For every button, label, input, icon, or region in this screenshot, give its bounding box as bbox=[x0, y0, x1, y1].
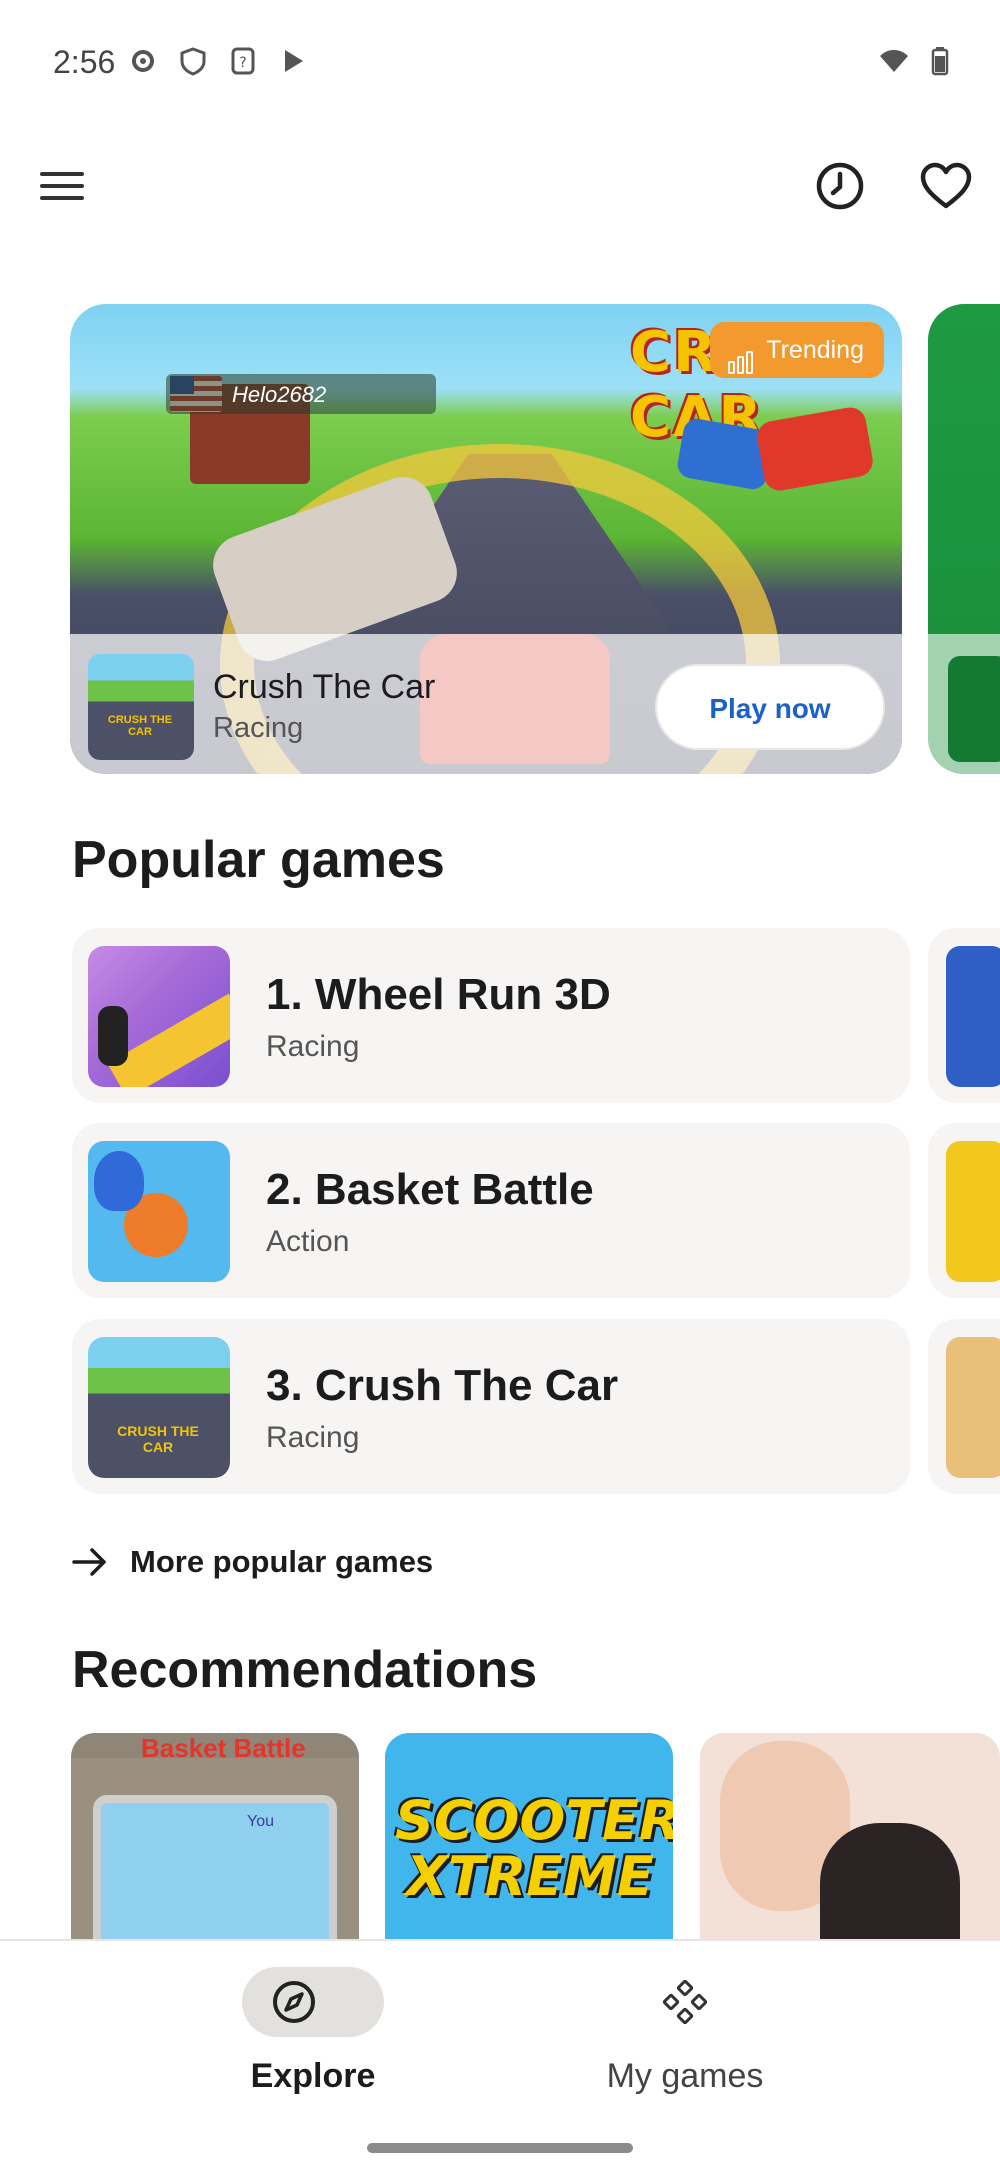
featured-game-card[interactable]: Helo2682 CRUSH CAR Trending Crush The Ca… bbox=[70, 304, 902, 774]
game-thumbnail bbox=[946, 1141, 1000, 1282]
popular-game-item-next-column[interactable] bbox=[928, 1319, 1000, 1494]
play-now-button[interactable]: Play now bbox=[655, 664, 885, 750]
recommendation-art-title: Basket Battle bbox=[141, 1733, 306, 1763]
game-genre: Racing bbox=[266, 1030, 360, 1063]
nav-explore-label: Explore bbox=[250, 2057, 376, 2095]
popular-game-item-next-column[interactable] bbox=[928, 928, 1000, 1103]
trending-chart-icon bbox=[728, 338, 754, 374]
gamepad-icon bbox=[662, 1979, 708, 2025]
popular-game-item-next-column[interactable] bbox=[928, 1123, 1000, 1298]
trending-label: Trending bbox=[766, 336, 864, 364]
history-icon[interactable] bbox=[814, 160, 866, 212]
nav-explore[interactable]: Explore bbox=[222, 1967, 404, 2117]
game-name: 3. Crush The Car bbox=[266, 1361, 619, 1410]
featured-game-info-bar: Crush The Car Racing Play now bbox=[70, 634, 902, 774]
next-featured-card[interactable] bbox=[928, 304, 1000, 774]
status-icons-right bbox=[878, 46, 950, 81]
battery-icon bbox=[930, 46, 950, 81]
trending-badge: Trending bbox=[710, 322, 884, 378]
compass-icon bbox=[272, 1980, 316, 2024]
recommendation-art-title: SCOOTER XTREME bbox=[395, 1789, 673, 1908]
status-icons-left: ? bbox=[128, 46, 308, 76]
heart-icon[interactable] bbox=[920, 162, 972, 210]
nav-my-games-label: My games bbox=[606, 2057, 764, 2095]
question-icon: ? bbox=[228, 46, 258, 76]
popular-game-item[interactable]: 1. Wheel Run 3D Racing bbox=[72, 928, 910, 1103]
home-indicator[interactable] bbox=[367, 2143, 633, 2153]
popular-game-item[interactable]: 2. Basket Battle Action bbox=[72, 1123, 910, 1298]
more-popular-games-link[interactable]: More popular games bbox=[72, 1540, 433, 1584]
recommendation-card[interactable]: Basket Battle You bbox=[71, 1733, 359, 1943]
next-featured-info-bar bbox=[928, 634, 1000, 774]
game-thumbnail bbox=[946, 946, 1000, 1087]
featured-game-genre: Racing bbox=[213, 712, 304, 744]
game-thumbnail bbox=[88, 1337, 230, 1478]
recommendations-heading: Recommendations bbox=[72, 1641, 538, 1699]
status-bar: 2:56 ? bbox=[0, 0, 1000, 130]
game-thumbnail bbox=[88, 946, 230, 1087]
featured-game-title: Crush The Car bbox=[213, 668, 436, 706]
top-app-bar bbox=[0, 140, 1000, 230]
popular-game-item[interactable]: 3. Crush The Car Racing bbox=[72, 1319, 910, 1494]
more-popular-games-label: More popular games bbox=[130, 1544, 434, 1579]
next-featured-thumbnail bbox=[948, 656, 1000, 762]
game-genre: Action bbox=[266, 1225, 350, 1258]
recommendation-card[interactable]: SCOOTER XTREME bbox=[385, 1733, 673, 1943]
recommendation-card[interactable] bbox=[700, 1733, 1000, 1943]
play-store-icon bbox=[278, 46, 308, 76]
wifi-icon bbox=[878, 46, 910, 81]
nav-my-games[interactable]: My games bbox=[590, 1967, 780, 2117]
settings-icon bbox=[128, 46, 158, 76]
shield-icon bbox=[178, 46, 208, 76]
arrow-right-icon bbox=[72, 1547, 108, 1577]
game-thumbnail bbox=[88, 1141, 230, 1282]
recommendation-art bbox=[820, 1823, 960, 1943]
popular-games-heading: Popular games bbox=[72, 831, 445, 889]
recommendation-art-subtext: You bbox=[247, 1813, 274, 1830]
game-name: 2. Basket Battle bbox=[266, 1165, 594, 1214]
featured-game-thumbnail bbox=[88, 654, 194, 760]
game-genre: Racing bbox=[266, 1421, 360, 1454]
recommendation-art bbox=[93, 1795, 337, 1943]
menu-icon[interactable] bbox=[40, 168, 84, 204]
hero-username-tag: Helo2682 bbox=[166, 374, 436, 414]
game-name: 1. Wheel Run 3D bbox=[266, 970, 611, 1019]
status-time: 2:56 bbox=[53, 44, 116, 80]
svg-text:?: ? bbox=[239, 55, 246, 71]
game-thumbnail bbox=[946, 1337, 1000, 1478]
